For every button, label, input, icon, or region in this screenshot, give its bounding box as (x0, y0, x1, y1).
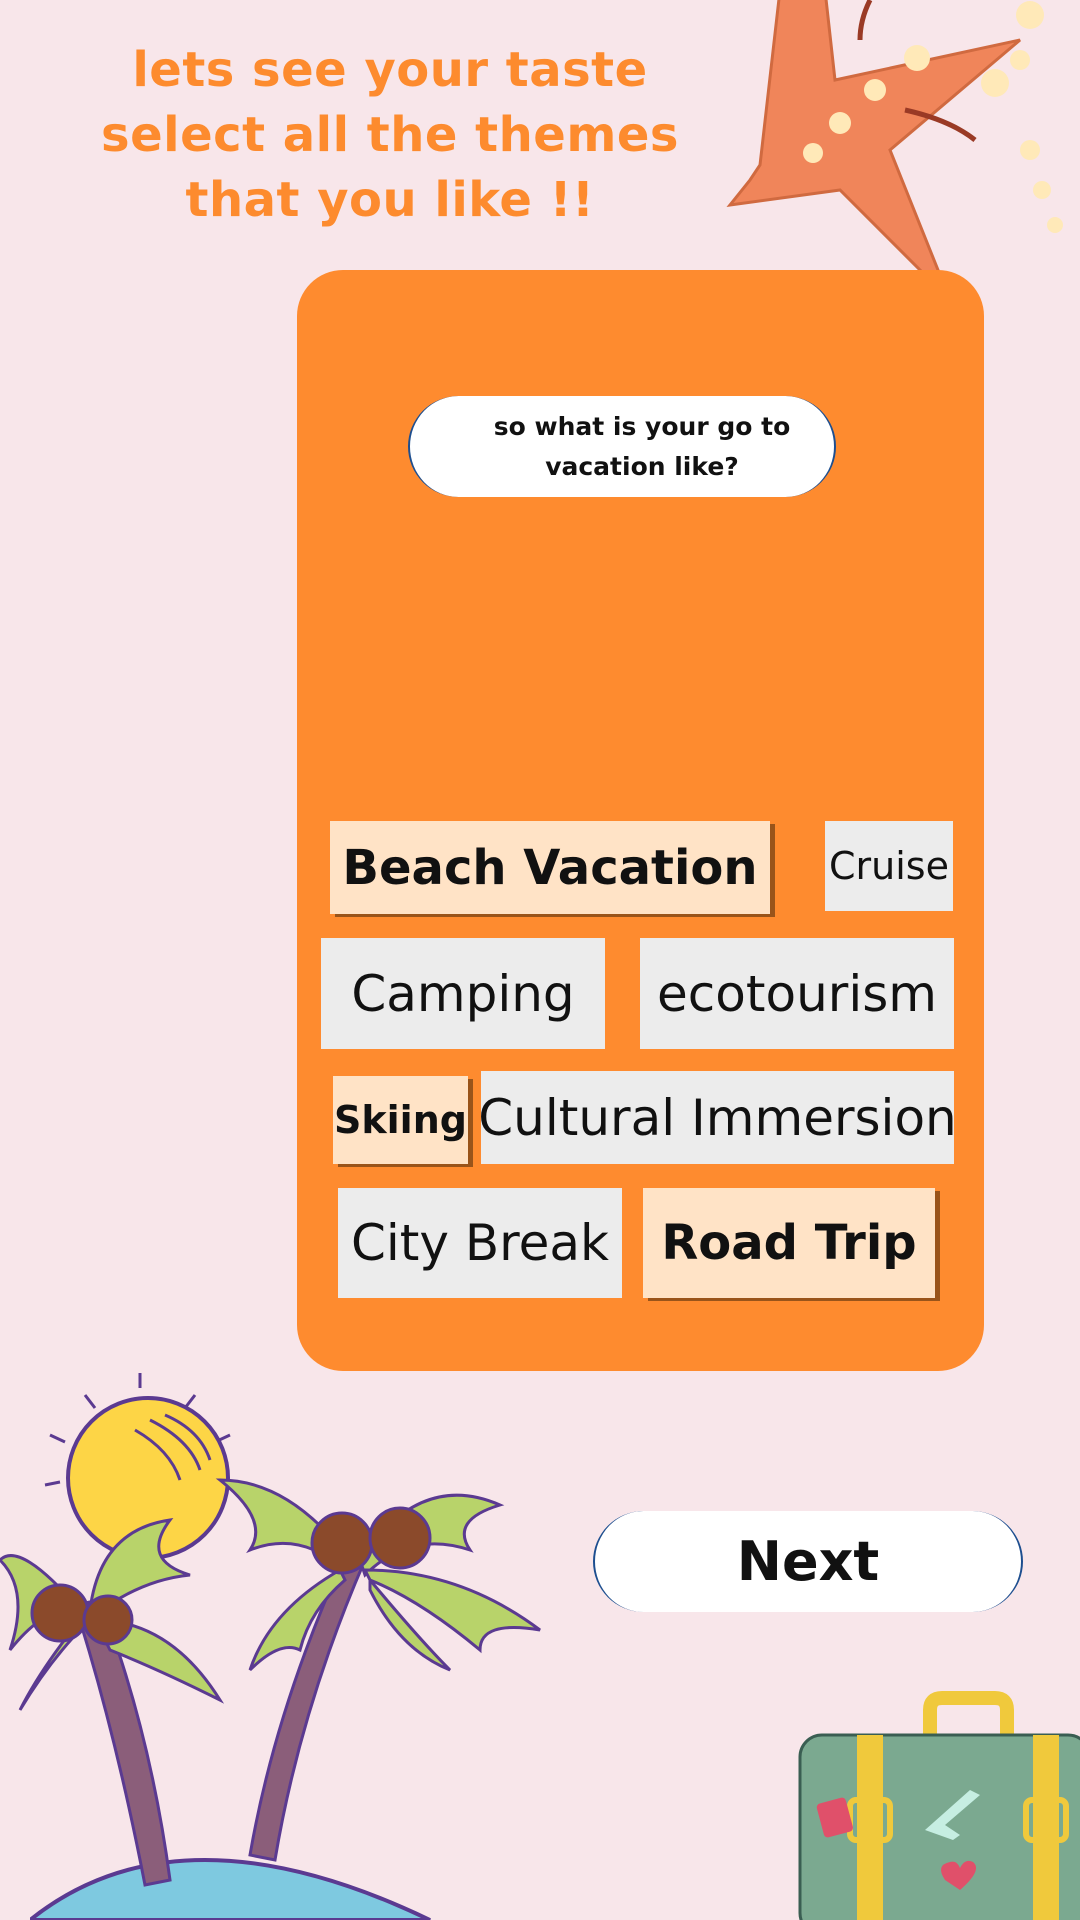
theme-chip-city-break[interactable]: City Break (338, 1188, 622, 1298)
theme-chip-cruise[interactable]: Cruise (825, 821, 953, 911)
theme-chip-skiing[interactable]: Skiing (333, 1076, 468, 1164)
theme-chip-beach-vacation[interactable]: Beach Vacation (330, 821, 770, 914)
page-heading: lets see your taste select all the theme… (101, 42, 679, 228)
next-button[interactable]: Next (593, 1511, 1023, 1612)
question-bubble: so what is your go to vacation like? (408, 396, 836, 497)
theme-chip-road-trip[interactable]: Road Trip (643, 1188, 935, 1298)
theme-chip-cultural-immersion[interactable]: Cultural Immersion (478, 1071, 957, 1164)
theme-chip-ecotourism[interactable]: ecotourism (640, 938, 954, 1049)
starfish-icon (726, 0, 1063, 302)
suitcase-icon (798, 1691, 1080, 1920)
theme-chip-camping[interactable]: Camping (321, 938, 605, 1049)
palm-trees-icon (0, 1478, 541, 1887)
